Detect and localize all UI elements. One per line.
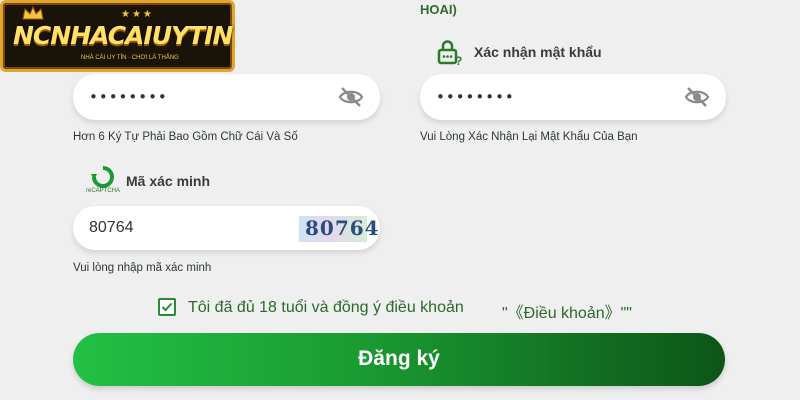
confirm-password-value: •••••••• bbox=[436, 88, 515, 106]
confirm-password-hint: Vui Lòng Xác Nhận Lại Mật Khẩu Của Bạn bbox=[420, 131, 638, 143]
agree-text: Tôi đã đủ 18 tuổi và đồng ý điều khoản bbox=[188, 299, 464, 316]
captcha-value: 80764 bbox=[89, 219, 134, 236]
lock-question-icon: ? bbox=[437, 40, 462, 66]
brand-logo[interactable]: ★★★ NCNHACAIUYTIN NHÀ CÁI UY TÍN · CHƠI … bbox=[0, 0, 235, 72]
recaptcha-badge: reCAPTCHA bbox=[86, 166, 120, 196]
confirm-password-input[interactable]: •••••••• bbox=[420, 74, 726, 120]
agree-checkbox[interactable] bbox=[158, 298, 176, 316]
password-input[interactable]: •••••••• bbox=[73, 74, 380, 120]
checkmark-icon bbox=[161, 302, 173, 312]
svg-text:?: ? bbox=[455, 54, 462, 66]
crown-icon bbox=[22, 5, 44, 20]
eye-slash-icon[interactable] bbox=[338, 86, 364, 108]
logo-text: NCNHACAIUYTIN bbox=[13, 21, 233, 50]
confirm-password-label: Xác nhận mật khẩu bbox=[474, 44, 602, 60]
captcha-hint: Vui lòng nhập mã xác minh bbox=[73, 262, 212, 274]
captcha-input[interactable]: 80764 80764 bbox=[73, 206, 380, 250]
password-hint: Hơn 6 Ký Tự Phải Bao Gồm Chữ Cái Và Số bbox=[73, 131, 298, 143]
eye-slash-icon[interactable] bbox=[684, 86, 710, 108]
terms-link[interactable]: "《Điều khoản》"" bbox=[502, 299, 632, 323]
logo-stars: ★★★ bbox=[121, 9, 154, 20]
previous-hint-fragment: HOAI) bbox=[420, 2, 457, 17]
recaptcha-text: reCAPTCHA bbox=[86, 188, 121, 194]
logo-tagline: NHÀ CÁI UY TÍN · CHƠI LÀ THẮNG bbox=[81, 55, 179, 61]
password-value: •••••••• bbox=[89, 88, 168, 106]
register-button[interactable]: Đăng ký bbox=[73, 333, 725, 386]
recaptcha-icon bbox=[91, 166, 114, 188]
captcha-image-text: 80764 bbox=[305, 216, 380, 240]
captcha-label: Mã xác minh bbox=[126, 173, 211, 189]
register-button-label: Đăng ký bbox=[358, 347, 440, 370]
